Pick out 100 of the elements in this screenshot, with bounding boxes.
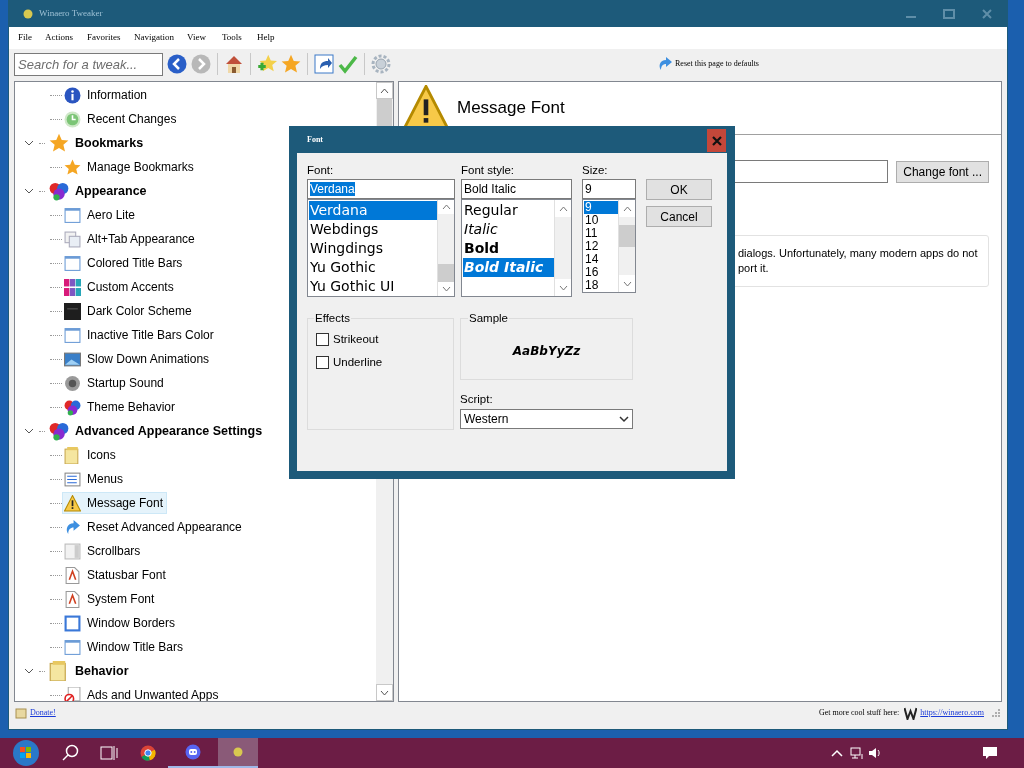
ok-button[interactable]: OK — [646, 179, 712, 200]
w-logo-icon — [904, 706, 918, 720]
document-icon — [64, 590, 81, 608]
list-item[interactable]: 14 — [584, 253, 618, 266]
star-icon — [64, 158, 81, 176]
taskbar-app-button[interactable] — [218, 738, 258, 768]
color-orb-icon — [49, 181, 69, 201]
tree-item[interactable]: Theme Behavior — [62, 396, 180, 418]
menu-item[interactable]: Help — [257, 31, 287, 45]
description-text: dialogs. Unfortunately, many modern apps do not — [738, 246, 979, 261]
tree-group[interactable]: Bookmarks — [75, 133, 144, 153]
scroll-down-button[interactable] — [376, 684, 393, 701]
notification-icon[interactable] — [982, 745, 998, 761]
list-item[interactable]: Regular — [463, 201, 554, 220]
tree-item[interactable]: Window Borders — [62, 612, 180, 634]
tree-item[interactable]: Message Font — [62, 492, 168, 514]
tree-item[interactable]: Dark Color Scheme — [62, 300, 196, 322]
list-item[interactable]: Italic — [463, 220, 554, 239]
search-icon[interactable] — [62, 744, 80, 762]
list-item[interactable]: Wingdings — [309, 239, 437, 258]
list-item[interactable]: Yu Gothic UI — [309, 277, 437, 296]
start-button-icon[interactable] — [12, 739, 40, 767]
font-list[interactable]: Verdana Webdings Wingdings Yu Gothic Yu Gothic UI — [307, 199, 455, 297]
add-bookmark-icon — [257, 54, 277, 74]
size-list[interactable]: 9 10 11 12 14 16 18 — [582, 199, 636, 293]
list-item[interactable]: Yu Gothic — [309, 258, 437, 277]
network-icon[interactable] — [850, 746, 864, 760]
tree-item[interactable]: Slow Down Animations — [62, 348, 214, 370]
chat-app-icon[interactable] — [185, 744, 201, 760]
app-icon — [233, 747, 243, 757]
change-font-button[interactable]: Change font ... — [896, 160, 989, 183]
list-item[interactable]: Bold Italic — [463, 258, 554, 277]
tree-item[interactable]: Information — [62, 84, 152, 106]
task-view-icon[interactable] — [100, 744, 118, 762]
window-icon — [64, 206, 81, 224]
list-item[interactable]: 12 — [584, 240, 618, 253]
search-field[interactable]: Search for a tweak... — [14, 52, 163, 76]
list-item[interactable]: Bold — [463, 239, 554, 258]
tree-item[interactable]: Alt+Tab Appearance — [62, 228, 199, 250]
list-item[interactable]: 10 — [584, 214, 618, 227]
home-icon[interactable] — [224, 54, 244, 74]
list-item[interactable]: 11 — [584, 227, 618, 240]
list-item[interactable]: 9 — [584, 201, 618, 214]
menu-item[interactable]: Favorites — [87, 31, 134, 45]
tree-group[interactable]: Advanced Appearance Settings — [75, 421, 263, 441]
tree-item[interactable]: Startup Sound — [62, 372, 168, 394]
close-button[interactable] — [707, 129, 726, 152]
tree-item[interactable]: Window Title Bars — [62, 636, 188, 658]
website-link[interactable]: https://winaero.com — [920, 707, 984, 719]
tree-item[interactable]: Menus — [62, 468, 128, 490]
tree-item[interactable]: Aero Lite — [62, 204, 140, 226]
tree-item[interactable]: Recent Changes — [62, 108, 181, 130]
folder-icon — [64, 446, 81, 464]
tree-item[interactable]: Manage Bookmarks — [62, 156, 198, 178]
script-dropdown[interactable]: Western — [460, 409, 633, 429]
donate-link[interactable]: Donate! — [30, 707, 56, 719]
checkbox-option[interactable]: Strikeout — [316, 331, 453, 349]
list-item[interactable]: 16 — [584, 266, 618, 279]
tree-group[interactable]: Appearance — [75, 181, 147, 201]
list-item[interactable]: Verdana — [309, 201, 437, 220]
menu-item[interactable]: Tools — [222, 31, 257, 45]
tree-group[interactable]: Behavior — [75, 661, 129, 681]
style-list[interactable]: Regular Italic Bold Bold Italic — [461, 199, 572, 297]
dialog-title: Font — [307, 133, 323, 146]
style-input[interactable]: Bold Italic — [461, 179, 572, 199]
browser-icon[interactable] — [140, 745, 156, 761]
scroll-thumb[interactable] — [619, 225, 635, 247]
menu-item[interactable]: File — [18, 31, 45, 45]
folder-icon — [49, 661, 69, 681]
shortcut-icon[interactable] — [314, 54, 334, 74]
tree-item[interactable]: System Font — [62, 588, 159, 610]
menu-item[interactable]: Navigation — [134, 31, 187, 45]
scroll-up-button[interactable] — [376, 82, 393, 99]
checkmark-icon[interactable] — [338, 54, 358, 74]
windows-icon — [64, 230, 81, 248]
speaker-icon — [64, 374, 81, 392]
checkbox[interactable] — [316, 333, 329, 347]
tree-item[interactable]: Statusbar Font — [62, 564, 170, 586]
menu-item[interactable]: Actions — [45, 31, 87, 45]
tree-item[interactable]: Reset Advanced Appearance — [62, 516, 246, 538]
menu-item[interactable]: View — [187, 31, 222, 45]
tree-item[interactable]: Inactive Title Bars Color — [62, 324, 218, 346]
checkbox-option[interactable]: Underline — [316, 354, 453, 372]
scroll-thumb[interactable] — [438, 263, 454, 283]
list-item[interactable]: 18 — [584, 279, 618, 292]
volume-icon[interactable] — [868, 746, 882, 760]
checkbox[interactable] — [316, 356, 329, 370]
tree-item[interactable]: Colored Title Bars — [62, 252, 187, 274]
cancel-button[interactable]: Cancel — [646, 206, 712, 227]
tree-item[interactable]: Ads and Unwanted Apps — [62, 684, 223, 701]
reset-link[interactable]: Reset this page to defaults — [675, 58, 759, 70]
scroll-thumb[interactable] — [377, 99, 392, 129]
star-icon — [281, 54, 301, 74]
back-icon[interactable] — [167, 54, 187, 74]
font-input[interactable]: Verdana — [307, 179, 455, 199]
size-input[interactable]: 9 — [582, 179, 636, 199]
tree-item[interactable]: Scrollbars — [62, 540, 145, 562]
tree-item[interactable]: Custom Accents — [62, 276, 178, 298]
tree-item[interactable]: Icons — [62, 444, 120, 466]
list-item[interactable]: Webdings — [309, 220, 437, 239]
